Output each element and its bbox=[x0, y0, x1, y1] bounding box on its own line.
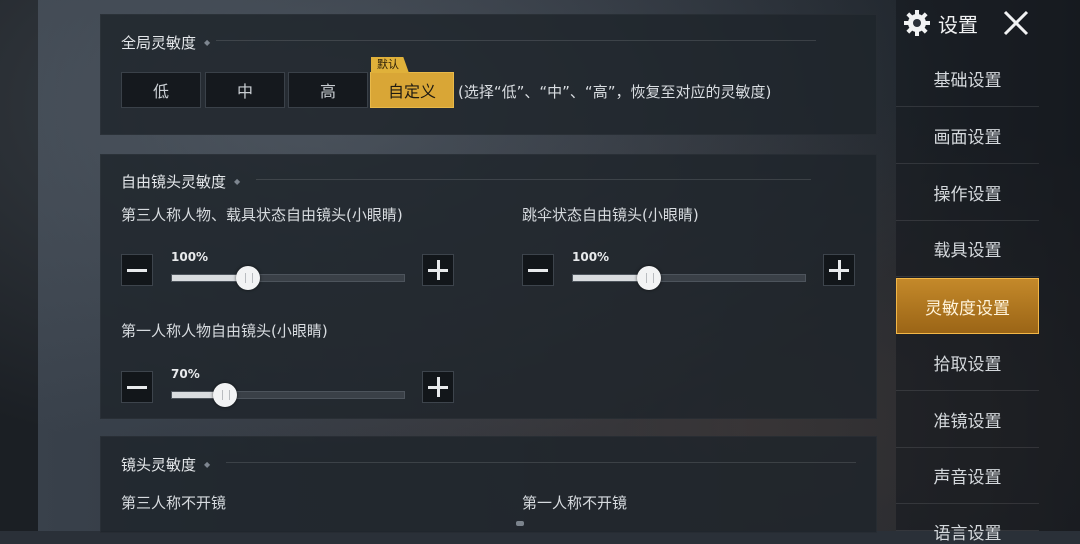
sidebar-item-vehicle[interactable]: 载具设置 bbox=[896, 221, 1039, 277]
plus-button-third-person[interactable] bbox=[422, 254, 454, 286]
plus-icon-vertical bbox=[436, 260, 440, 280]
plus-button-first-person[interactable] bbox=[422, 371, 454, 403]
scroll-indicator bbox=[516, 521, 524, 526]
slider-label-third-person: 第三人称人物、载具状态自由镜头(小眼睛) bbox=[121, 206, 403, 224]
sidebar-item-pickup[interactable]: 拾取设置 bbox=[896, 335, 1039, 391]
free-camera-panel: 自由镜头灵敏度 ◆ 第三人称人物、载具状态自由镜头(小眼睛) 100% 跳伞状态… bbox=[100, 154, 877, 419]
slider-value-third-person: 100% bbox=[171, 250, 209, 264]
sidebar-item-scope[interactable]: 准镜设置 bbox=[896, 392, 1039, 448]
plus-icon-vertical bbox=[436, 377, 440, 397]
slider-handle-third-person[interactable] bbox=[236, 266, 260, 290]
settings-title: 设置 bbox=[938, 12, 978, 37]
slider-track-parachute[interactable] bbox=[572, 274, 806, 282]
camera-label-first-person: 第一人称不开镜 bbox=[522, 494, 628, 512]
option-low-button[interactable]: 低 bbox=[121, 72, 201, 108]
option-medium-button[interactable]: 中 bbox=[205, 72, 285, 108]
sidebar-item-sensitivity[interactable]: 灵敏度设置 bbox=[896, 278, 1039, 334]
section-title-global: 全局灵敏度 ◆ bbox=[121, 32, 210, 53]
minus-icon bbox=[127, 385, 147, 389]
sidebar-item-graphics[interactable]: 画面设置 bbox=[896, 108, 1039, 164]
minus-icon bbox=[127, 268, 147, 272]
option-custom-button[interactable]: 自定义 bbox=[370, 72, 454, 108]
option-high-button[interactable]: 高 bbox=[288, 72, 368, 108]
diamond-icon: ◆ bbox=[234, 177, 241, 186]
divider bbox=[226, 462, 856, 463]
minus-button-parachute[interactable] bbox=[522, 254, 554, 286]
section-title-text: 自由镜头灵敏度 bbox=[121, 173, 227, 191]
slider-value-first-person: 70% bbox=[171, 367, 200, 381]
sidebar-item-language[interactable]: 语言设置 bbox=[896, 505, 1039, 544]
slider-handle-parachute[interactable] bbox=[637, 266, 661, 290]
minus-button-first-person[interactable] bbox=[121, 371, 153, 403]
diamond-icon: ◆ bbox=[204, 460, 211, 469]
gear-icon bbox=[904, 10, 930, 36]
section-title-camera: 镜头灵敏度 ◆ bbox=[121, 454, 210, 475]
sensitivity-hint: (选择“低”、“中”、“高”，恢复至对应的灵敏度) bbox=[458, 83, 772, 101]
section-title-text: 全局灵敏度 bbox=[121, 34, 197, 52]
slider-track-first-person[interactable] bbox=[171, 391, 405, 399]
section-title-text: 镜头灵敏度 bbox=[121, 456, 197, 474]
plus-icon-vertical bbox=[837, 260, 841, 280]
slider-value-parachute: 100% bbox=[572, 250, 610, 264]
slider-label-first-person: 第一人称人物自由镜头(小眼睛) bbox=[121, 322, 328, 340]
divider bbox=[216, 40, 816, 41]
sidebar-item-controls[interactable]: 操作设置 bbox=[896, 165, 1039, 221]
camera-sensitivity-panel: 镜头灵敏度 ◆ 第三人称不开镜 第一人称不开镜 bbox=[100, 436, 877, 533]
slider-label-parachute: 跳伞状态自由镜头(小眼睛) bbox=[522, 206, 699, 224]
minus-button-third-person[interactable] bbox=[121, 254, 153, 286]
settings-header: 设置 bbox=[902, 8, 978, 38]
diamond-icon: ◆ bbox=[204, 38, 211, 47]
slider-track-third-person[interactable] bbox=[171, 274, 405, 282]
close-icon[interactable] bbox=[1001, 8, 1031, 38]
plus-button-parachute[interactable] bbox=[823, 254, 855, 286]
camera-label-third-person: 第三人称不开镜 bbox=[121, 494, 227, 512]
slider-handle-first-person[interactable] bbox=[213, 383, 237, 407]
sidebar-item-sound[interactable]: 声音设置 bbox=[896, 448, 1039, 504]
section-title-free-camera: 自由镜头灵敏度 ◆ bbox=[121, 171, 240, 192]
minus-icon bbox=[528, 268, 548, 272]
sidebar-item-basic[interactable]: 基础设置 bbox=[896, 51, 1039, 107]
global-sensitivity-panel: 全局灵敏度 ◆ 低 中 高 自定义 默认 (选择“低”、“中”、“高”，恢复至对… bbox=[100, 14, 877, 135]
divider bbox=[256, 179, 811, 180]
default-tag: 默认 bbox=[371, 57, 409, 73]
